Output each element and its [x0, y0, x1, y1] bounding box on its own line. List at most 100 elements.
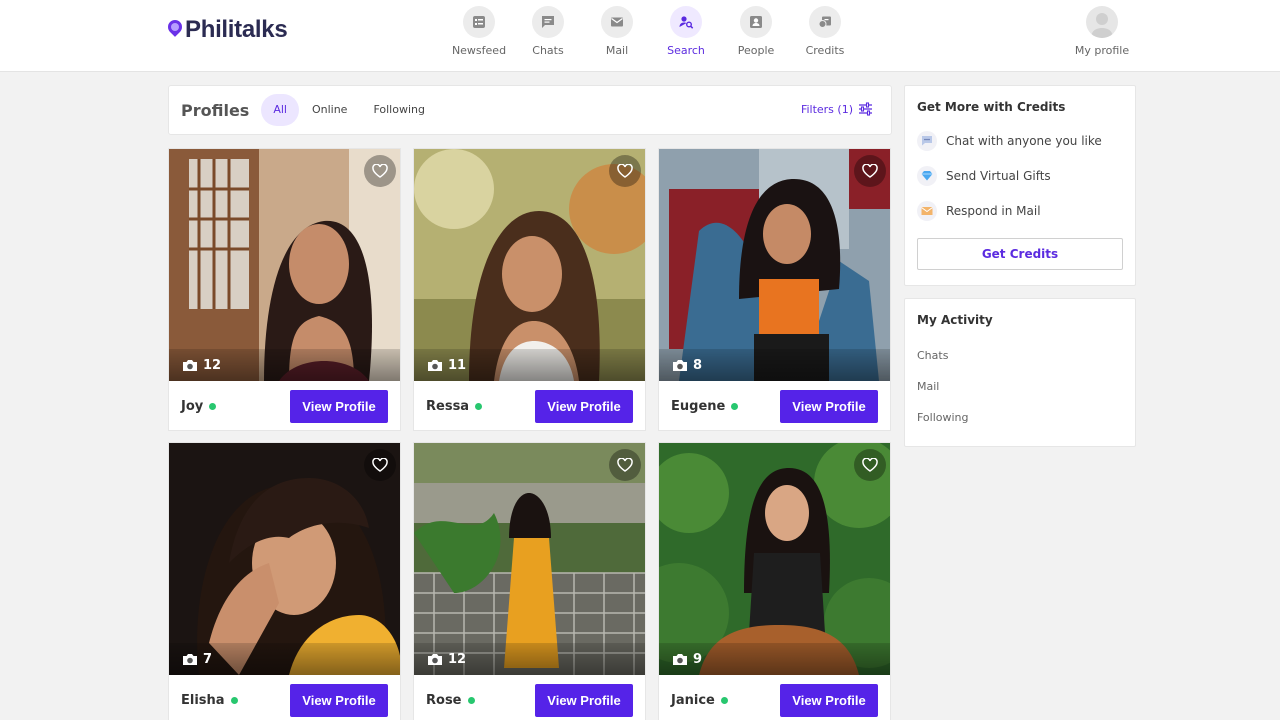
credit-benefit-gifts: Send Virtual Gifts: [917, 158, 1135, 193]
online-indicator: [230, 697, 238, 704]
envelope-icon: [921, 206, 933, 215]
profile-name-text: Joy: [181, 399, 204, 414]
profile-name[interactable]: Rose: [426, 693, 475, 708]
credit-benefit-mail: Respond in Mail: [917, 193, 1135, 228]
tab-following[interactable]: Following: [360, 94, 438, 126]
nav-credits[interactable]: Credits: [790, 6, 860, 57]
online-indicator: [475, 403, 483, 410]
mail-icon: [611, 17, 623, 27]
profile-name[interactable]: Janice: [671, 693, 728, 708]
profile-name[interactable]: Elisha: [181, 693, 238, 708]
photo-count: 11: [427, 358, 466, 373]
favorite-button[interactable]: [854, 155, 886, 187]
people-icon: [750, 16, 762, 28]
photo-count: 12: [427, 652, 466, 667]
tab-online[interactable]: Online: [299, 94, 360, 126]
photo-count: 7: [182, 652, 212, 667]
photo-count: 12: [182, 358, 221, 373]
nav-search[interactable]: Search: [651, 6, 721, 57]
camera-icon: [428, 360, 442, 371]
nav-label: Search: [667, 44, 705, 57]
heart-icon: [372, 458, 388, 472]
profile-photo[interactable]: 9: [659, 443, 890, 675]
nav-label: Newsfeed: [451, 44, 507, 57]
heart-icon: [372, 164, 388, 178]
camera-icon: [428, 654, 442, 665]
view-profile-button[interactable]: View Profile: [290, 684, 388, 717]
view-profile-button[interactable]: View Profile: [780, 390, 878, 423]
profile-card: 7 Elisha View Profile: [168, 442, 401, 720]
view-profile-button[interactable]: View Profile: [290, 390, 388, 423]
sliders-icon: [859, 102, 872, 116]
portrait-image: [414, 443, 645, 675]
credits-icon: [818, 16, 831, 28]
profile-card: 9 Janice View Profile: [658, 442, 891, 720]
tab-all[interactable]: All: [261, 94, 299, 126]
profile-name[interactable]: Eugene: [671, 399, 739, 414]
activity-link-mail[interactable]: Mail: [917, 371, 1135, 402]
nav-label: Credits: [805, 44, 845, 57]
filters-label: Filters (1): [800, 102, 853, 116]
credit-benefit-label: Chat with anyone you like: [946, 133, 1102, 148]
portrait-image: [414, 149, 645, 381]
profile-card: 11 Ressa View Profile: [413, 148, 646, 431]
profile-photo[interactable]: 12: [169, 149, 400, 381]
chat-bubble-icon: [922, 136, 932, 146]
view-profile-button[interactable]: View Profile: [780, 684, 878, 717]
diamond-icon: [921, 171, 933, 181]
top-navigation-bar: Philitalks Newsfeed Chats Mail Search Pe…: [0, 0, 1280, 72]
online-indicator: [720, 697, 728, 704]
favorite-button[interactable]: [609, 449, 641, 481]
profile-card: 12 Joy View Profile: [168, 148, 401, 431]
credit-benefit-label: Respond in Mail: [946, 203, 1041, 218]
favorite-button[interactable]: [609, 155, 641, 187]
activity-link-following[interactable]: Following: [917, 402, 1135, 433]
photo-count: 8: [672, 358, 702, 373]
camera-icon: [183, 654, 197, 665]
profile-name-text: Eugene: [671, 399, 726, 414]
user-silhouette-icon: [1091, 13, 1113, 38]
heart-icon: [862, 458, 878, 472]
nav-label: Chats: [532, 44, 564, 57]
profile-photo[interactable]: 11: [414, 149, 645, 381]
credit-benefit-chat: Chat with anyone you like: [917, 123, 1135, 158]
brand-logo[interactable]: Philitalks: [165, 16, 288, 44]
filters-button[interactable]: Filters (1): [801, 102, 873, 116]
nav-label: People: [737, 44, 775, 57]
credits-panel: Get More with Credits Chat with anyone y…: [904, 85, 1136, 286]
view-profile-button[interactable]: View Profile: [535, 684, 633, 717]
get-credits-button[interactable]: Get Credits: [917, 238, 1123, 270]
activity-link-chats[interactable]: Chats: [917, 340, 1135, 371]
profile-name[interactable]: Joy: [181, 399, 217, 414]
photo-count-value: 8: [693, 358, 703, 373]
portrait-image: [169, 443, 400, 675]
heart-icon: [617, 164, 633, 178]
nav-people[interactable]: People: [721, 6, 791, 57]
heart-icon: [617, 458, 633, 472]
credits-panel-title: Get More with Credits: [917, 100, 1066, 114]
favorite-button[interactable]: [364, 449, 396, 481]
profile-name[interactable]: Ressa: [426, 399, 483, 414]
nav-mail[interactable]: Mail: [582, 6, 652, 57]
heart-icon: [862, 164, 878, 178]
camera-icon: [673, 654, 687, 665]
online-indicator: [209, 403, 217, 410]
favorite-button[interactable]: [854, 449, 886, 481]
photo-count-value: 12: [448, 652, 467, 667]
photo-count-value: 12: [203, 358, 222, 373]
profile-photo[interactable]: 7: [169, 443, 400, 675]
credit-benefit-label: Send Virtual Gifts: [946, 168, 1051, 183]
nav-newsfeed[interactable]: Newsfeed: [444, 6, 514, 57]
nav-chats[interactable]: Chats: [513, 6, 583, 57]
profile-photo[interactable]: 12: [414, 443, 645, 675]
photo-count-value: 9: [693, 652, 703, 667]
activity-panel-title: My Activity: [917, 313, 993, 327]
brand-name: Philitalks: [185, 16, 288, 43]
profile-photo[interactable]: 8: [659, 149, 890, 381]
my-profile-menu[interactable]: My profile: [1066, 6, 1138, 57]
photo-count-value: 11: [448, 358, 467, 373]
my-profile-label: My profile: [1074, 44, 1130, 57]
view-profile-button[interactable]: View Profile: [535, 390, 633, 423]
page-title: Profiles: [181, 100, 250, 120]
favorite-button[interactable]: [364, 155, 396, 187]
